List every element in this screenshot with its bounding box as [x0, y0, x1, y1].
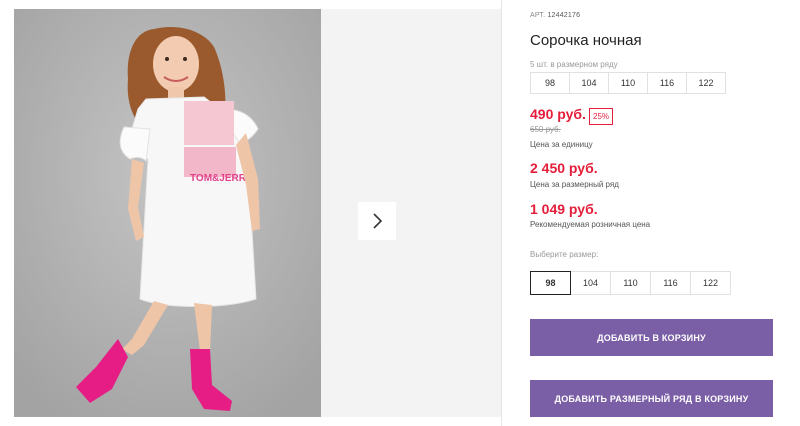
- child-in-nightgown-image: TOM&JERRY: [14, 9, 321, 417]
- add-to-cart-button[interactable]: ДОБАВИТЬ В КОРЗИНУ: [530, 319, 773, 356]
- size-run-item: 110: [608, 72, 648, 94]
- next-image-button[interactable]: [358, 202, 396, 240]
- size-run-item: 104: [569, 72, 609, 94]
- size-run-price: 2 450 руб.: [530, 160, 598, 176]
- size-run-item: 122: [686, 72, 726, 94]
- discount-badge: 25%: [589, 108, 614, 125]
- size-run-price-caption: Цена за размерный ряд: [530, 180, 619, 189]
- size-run-note: 5 шт. в размерном ряду: [530, 60, 618, 69]
- size-option-104[interactable]: 104: [570, 271, 611, 295]
- size-option-98[interactable]: 98: [530, 271, 571, 295]
- size-selector: 98 104 110 116 122: [530, 271, 731, 295]
- recommended-price: 1 049 руб.: [530, 201, 598, 217]
- size-run-list: 98 104 110 116 122: [530, 72, 726, 94]
- product-title: Сорочка ночная: [530, 32, 642, 49]
- sku-label: АРТ.: [530, 12, 546, 19]
- select-size-label: Выберите размер:: [530, 250, 599, 259]
- unit-price-caption: Цена за единицу: [530, 140, 593, 149]
- product-gallery: TOM&JERRY: [14, 9, 501, 417]
- add-size-run-to-cart-button[interactable]: ДОБАВИТЬ РАЗМЕРНЫЙ РЯД В КОРЗИНУ: [530, 380, 773, 417]
- unit-price: 490 руб.: [530, 106, 586, 122]
- chevron-right-icon: [373, 213, 383, 229]
- size-option-110[interactable]: 110: [610, 271, 651, 295]
- size-run-item: 98: [530, 72, 570, 94]
- gallery-divider: [501, 0, 502, 426]
- sku-value: 12442176: [547, 12, 581, 19]
- recommended-price-caption: Рекомендуемая розничная цена: [530, 220, 651, 229]
- size-run-item: 116: [647, 72, 687, 94]
- size-option-116[interactable]: 116: [650, 271, 691, 295]
- product-sku: АРТ. 12442176: [530, 12, 580, 19]
- old-price: 650 руб.: [530, 125, 561, 134]
- size-option-122[interactable]: 122: [690, 271, 731, 295]
- svg-text:TOM&JERRY: TOM&JERRY: [190, 173, 253, 184]
- product-photo[interactable]: TOM&JERRY: [14, 9, 321, 417]
